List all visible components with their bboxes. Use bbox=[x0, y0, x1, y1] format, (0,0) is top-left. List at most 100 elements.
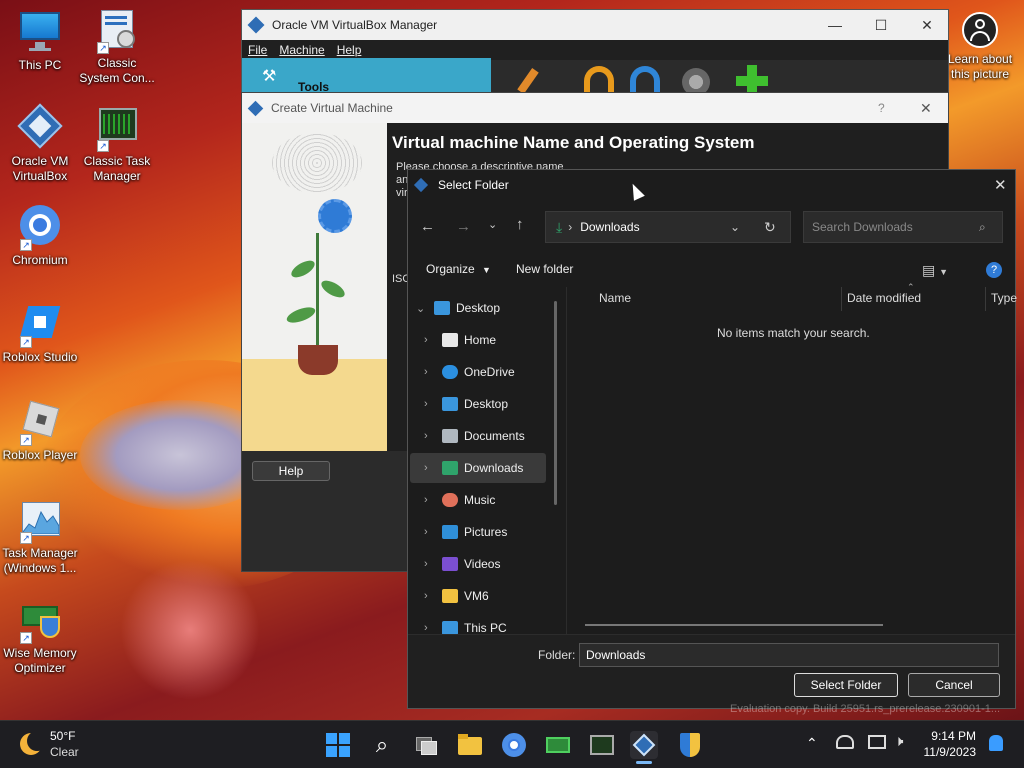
forward-arrow-icon[interactable]: → bbox=[456, 218, 471, 235]
file-explorer-icon[interactable] bbox=[456, 731, 484, 759]
tree-item-documents[interactable]: › Documents bbox=[424, 421, 544, 451]
clock-time[interactable]: 9:14 PM bbox=[918, 729, 976, 743]
menu-help[interactable]: Help bbox=[337, 43, 362, 57]
nav-scrollbar[interactable] bbox=[554, 301, 557, 505]
virtualbox-taskbar-icon[interactable] bbox=[630, 731, 658, 764]
view-options-icon[interactable]: ▤ ▼ bbox=[922, 262, 948, 279]
system-config-icon: ↗ bbox=[95, 8, 139, 54]
tree-item-onedrive[interactable]: › OneDrive bbox=[424, 357, 544, 387]
security-shield-icon[interactable] bbox=[676, 731, 704, 759]
tree-item-home[interactable]: › Home bbox=[424, 325, 544, 355]
organize-button[interactable]: Organize ▼ bbox=[426, 262, 491, 276]
tree-item-music[interactable]: › Music bbox=[424, 485, 544, 515]
onedrive-cloud-icon[interactable] bbox=[836, 735, 854, 749]
recent-chevron-icon[interactable]: ⌄ bbox=[488, 218, 497, 231]
tree-item-label: Desktop bbox=[464, 397, 509, 411]
help-button[interactable]: Help bbox=[252, 461, 330, 481]
window-title: Oracle VM VirtualBox Manager bbox=[272, 18, 438, 32]
task-manager-taskbar-icon[interactable] bbox=[588, 731, 616, 759]
collapse-chevron-icon[interactable]: › bbox=[424, 430, 442, 442]
folder-input[interactable]: Downloads bbox=[579, 643, 999, 667]
desktop-icon-this-pc[interactable]: This PC bbox=[2, 10, 78, 73]
breadcrumb-current[interactable]: Downloads bbox=[580, 220, 639, 234]
memory-optimizer-taskbar-icon[interactable] bbox=[544, 731, 572, 759]
menu-file[interactable]: File bbox=[248, 43, 267, 57]
collapse-chevron-icon[interactable]: › bbox=[424, 558, 442, 570]
menu-machine[interactable]: Machine bbox=[279, 43, 324, 57]
preferences-icon[interactable] bbox=[514, 62, 550, 94]
tree-item-pictures[interactable]: › Pictures bbox=[424, 517, 544, 547]
volume-muted-icon[interactable]: 🕨 bbox=[894, 733, 903, 750]
desktop-icon-virtualbox[interactable]: Oracle VM VirtualBox bbox=[2, 103, 78, 184]
tree-item-label: Documents bbox=[464, 429, 525, 443]
minimize-button[interactable]: — bbox=[812, 10, 858, 40]
virtualbox-icon bbox=[17, 103, 63, 150]
collapse-chevron-icon[interactable]: › bbox=[424, 366, 442, 378]
collapse-chevron-icon[interactable]: › bbox=[424, 622, 442, 634]
new-folder-button[interactable]: New folder bbox=[516, 262, 573, 276]
up-arrow-icon[interactable]: ↑ bbox=[516, 216, 524, 233]
column-header-type[interactable]: Type bbox=[991, 291, 1017, 305]
shortcut-arrow-icon: ↗ bbox=[97, 140, 109, 152]
tree-item-label: Pictures bbox=[464, 525, 508, 539]
close-icon[interactable]: ✕ bbox=[994, 176, 1007, 194]
column-header-name[interactable]: Name bbox=[599, 291, 631, 305]
tree-item-desktop[interactable]: › Desktop bbox=[424, 389, 544, 419]
dialog-title: Select Folder bbox=[438, 178, 509, 192]
desktop-icon-label: Roblox Player bbox=[2, 448, 78, 462]
tree-item-label: Downloads bbox=[464, 461, 524, 475]
weather-description[interactable]: Clear bbox=[50, 745, 79, 759]
notification-bell-icon[interactable] bbox=[989, 735, 1003, 751]
network-icon[interactable] bbox=[868, 735, 886, 749]
tree-item-downloads[interactable]: › Downloads bbox=[410, 453, 546, 483]
collapse-chevron-icon[interactable]: › bbox=[424, 590, 442, 602]
tree-item-label: Videos bbox=[464, 557, 501, 571]
collapse-chevron-icon[interactable]: › bbox=[424, 494, 442, 506]
desktop-icon-classic-task-manager[interactable]: ↗ Classic Task Manager bbox=[79, 106, 155, 184]
horizontal-scrollbar[interactable] bbox=[585, 624, 883, 626]
address-dropdown-icon[interactable]: ⌄ bbox=[730, 220, 740, 234]
learn-about-picture[interactable]: Learn about this picture bbox=[940, 12, 1020, 82]
picture-icon bbox=[442, 525, 458, 539]
desktop-icon-wise-memory-optimizer[interactable]: ↗ Wise Memory Optimizer bbox=[2, 598, 78, 676]
desktop-icon-classic-system-config[interactable]: ↗ Classic System Con... bbox=[79, 8, 155, 86]
desktop-icon-roblox-studio[interactable]: ↗ Roblox Studio bbox=[2, 302, 78, 365]
task-view-icon[interactable] bbox=[412, 731, 440, 759]
desktop-icon-roblox-player[interactable]: ↗ Roblox Player bbox=[2, 400, 78, 463]
collapse-chevron-icon[interactable]: › bbox=[424, 334, 442, 346]
shortcut-arrow-icon: ↗ bbox=[20, 336, 32, 348]
refresh-icon[interactable]: ↻ bbox=[764, 219, 776, 236]
search-icon[interactable]: ⌕ bbox=[368, 731, 396, 759]
video-icon bbox=[442, 557, 458, 571]
column-header-date-modified[interactable]: Date modified bbox=[847, 291, 921, 305]
tree-item-videos[interactable]: › Videos bbox=[424, 549, 544, 579]
column-divider[interactable] bbox=[985, 287, 986, 311]
empty-message: No items match your search. bbox=[717, 326, 870, 340]
show-hidden-icons-chevron[interactable]: ⌃ bbox=[806, 735, 818, 752]
back-arrow-icon[interactable]: ← bbox=[420, 218, 435, 235]
desktop-icon-task-manager[interactable]: ↗ Task Manager (Windows 1... bbox=[2, 498, 78, 576]
close-button[interactable]: ✕ bbox=[904, 10, 950, 40]
collapse-chevron-icon[interactable]: › bbox=[424, 398, 442, 410]
column-divider[interactable] bbox=[841, 287, 842, 311]
desktop-icon-chromium[interactable]: ↗ Chromium bbox=[2, 205, 78, 268]
expand-chevron-icon[interactable]: ⌄ bbox=[416, 302, 434, 315]
clock-date[interactable]: 11/9/2023 bbox=[918, 745, 977, 759]
tree-item-this-pc[interactable]: › This PC bbox=[424, 613, 544, 634]
select-folder-button[interactable]: Select Folder bbox=[794, 673, 898, 697]
cancel-button[interactable]: Cancel bbox=[908, 673, 1000, 697]
help-question-icon[interactable]: ? bbox=[878, 101, 885, 115]
tree-item-vm6[interactable]: › VM6 bbox=[424, 581, 544, 611]
chromium-taskbar-icon[interactable] bbox=[500, 731, 528, 759]
windows-start-icon[interactable] bbox=[324, 731, 352, 759]
tree-item-desktop-root[interactable]: ⌄ Desktop bbox=[416, 293, 536, 323]
maximize-button[interactable]: ☐ bbox=[858, 10, 904, 40]
search-icon[interactable]: ⌕ bbox=[979, 220, 986, 235]
address-bar[interactable]: ⤓ › Downloads ⌄ ↻ bbox=[545, 211, 791, 243]
close-icon[interactable]: ✕ bbox=[920, 100, 932, 117]
collapse-chevron-icon[interactable]: › bbox=[424, 462, 442, 474]
help-icon[interactable]: ? bbox=[986, 262, 1002, 278]
collapse-chevron-icon[interactable]: › bbox=[424, 526, 442, 538]
weather-temperature[interactable]: 50°F bbox=[50, 729, 75, 743]
search-input[interactable]: Search Downloads ⌕ bbox=[803, 211, 1003, 243]
